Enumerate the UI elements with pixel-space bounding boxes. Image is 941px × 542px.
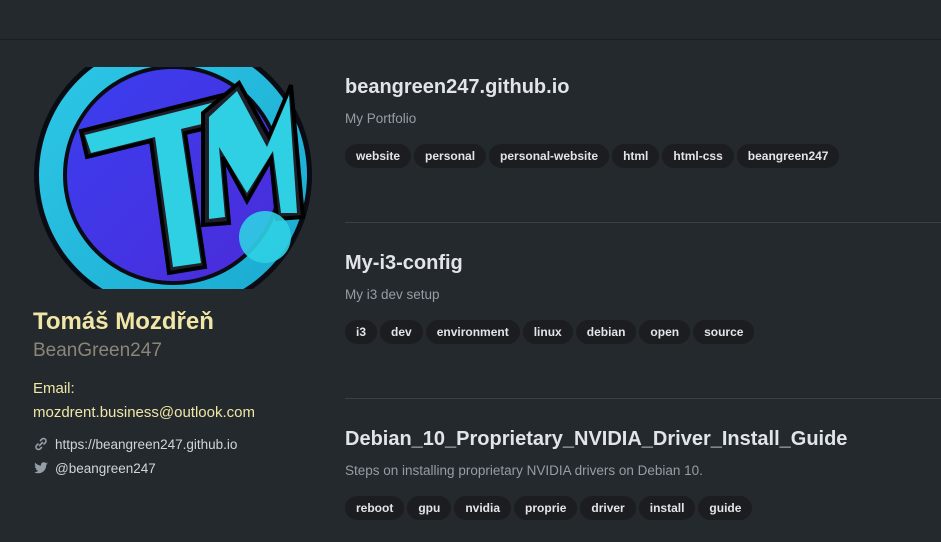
repo-card: beangreen247.github.io My Portfolio webs…: [345, 76, 941, 168]
topic-tag[interactable]: gpu: [407, 496, 452, 520]
topic-tag[interactable]: personal-website: [489, 144, 610, 168]
topic-tag[interactable]: open: [639, 320, 691, 344]
link-icon: [33, 436, 49, 452]
topic-tag[interactable]: dev: [380, 320, 423, 344]
repo-card: Debian_10_Proprietary_NVIDIA_Driver_Inst…: [345, 428, 941, 520]
repo-description: My i3 dev setup: [345, 287, 440, 302]
topic-tag[interactable]: i3: [345, 320, 378, 344]
top-bar: [0, 0, 941, 40]
avatar: [33, 36, 313, 314]
repo-tags: website personal personal-website html h…: [345, 144, 941, 168]
website-link[interactable]: https://beangreen247.github.io: [55, 437, 237, 452]
website-row[interactable]: https://beangreen247.github.io: [33, 436, 237, 452]
topic-tag[interactable]: debian: [575, 320, 637, 344]
profile-name: Tomáš Mozdřeň: [33, 308, 214, 335]
topic-tag[interactable]: reboot: [345, 496, 405, 520]
repo-tags: i3 dev environment linux debian open sou…: [345, 320, 941, 344]
topic-tag[interactable]: source: [693, 320, 755, 344]
topic-tag[interactable]: guide: [698, 496, 753, 520]
topic-tag[interactable]: install: [638, 496, 696, 520]
topic-tag[interactable]: html-css: [662, 144, 734, 168]
profile-username: BeanGreen247: [33, 340, 162, 361]
repo-title[interactable]: beangreen247.github.io: [345, 76, 941, 99]
topic-tag[interactable]: beangreen247: [736, 144, 840, 168]
topic-tag[interactable]: environment: [425, 320, 520, 344]
topic-tag[interactable]: linux: [522, 320, 573, 344]
topic-tag[interactable]: website: [345, 144, 412, 168]
repo-title[interactable]: Debian_10_Proprietary_NVIDIA_Driver_Inst…: [345, 428, 941, 451]
divider: [345, 222, 941, 223]
repo-description: My Portfolio: [345, 111, 417, 126]
email-label: Email:: [33, 380, 75, 397]
repo-description: Steps on installing proprietary NVIDIA d…: [345, 463, 703, 478]
repo-card: My-i3-config My i3 dev setup i3 dev envi…: [345, 252, 941, 344]
topic-tag[interactable]: driver: [580, 496, 636, 520]
topic-tag[interactable]: proprie: [514, 496, 578, 520]
twitter-handle[interactable]: @beangreen247: [55, 461, 156, 476]
twitter-icon: [33, 460, 49, 476]
repo-tags: reboot gpu nvidia proprie driver install…: [345, 496, 941, 520]
divider: [345, 398, 941, 399]
topic-tag[interactable]: html: [612, 144, 660, 168]
repo-title[interactable]: My-i3-config: [345, 252, 941, 275]
topic-tag[interactable]: personal: [414, 144, 487, 168]
email-link[interactable]: mozdrent.business@outlook.com: [33, 404, 255, 421]
topic-tag[interactable]: nvidia: [454, 496, 512, 520]
twitter-row[interactable]: @beangreen247: [33, 460, 156, 476]
